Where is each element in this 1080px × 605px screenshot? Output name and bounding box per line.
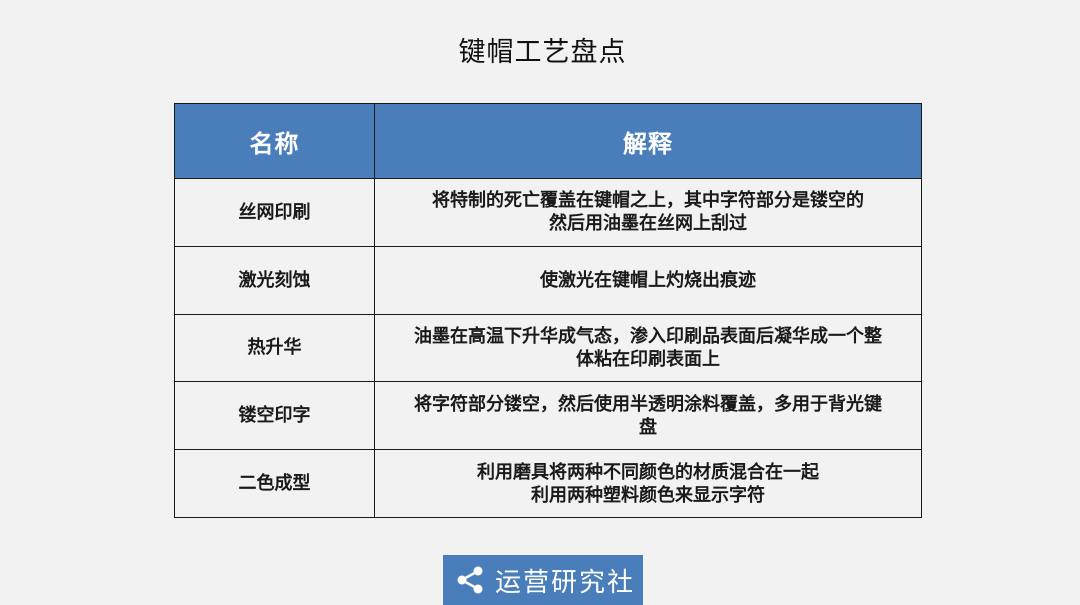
cell-name: 激光刻蚀	[174, 245, 375, 315]
table-row: 激光刻蚀 使激光在键帽上灼烧出痕迹	[174, 245, 922, 315]
table-row: 丝网印刷 将特制的死亡覆盖在键帽之上，其中字符部分是镂空的 然后用油墨在丝网上刮过	[174, 178, 922, 247]
cell-name: 丝网印刷	[174, 178, 375, 247]
cell-explanation: 将特制的死亡覆盖在键帽之上，其中字符部分是镂空的 然后用油墨在丝网上刮过	[374, 178, 922, 247]
cell-explanation: 使激光在键帽上灼烧出痕迹	[374, 245, 922, 315]
cell-name: 二色成型	[174, 449, 375, 518]
cell-explanation: 油墨在高温下升华成气态，渗入印刷品表面后凝华成一个整 体粘在印刷表面上	[374, 313, 922, 383]
cell-explanation: 将字符部分镂空，然后使用半透明涂料覆盖，多用于背光键盘	[374, 381, 922, 451]
cell-name: 镂空印字	[174, 381, 375, 451]
watermark-text: 运营研究社	[495, 567, 636, 598]
keycap-craft-table: 名称 解释 丝网印刷 将特制的死亡覆盖在键帽之上，其中字符部分是镂空的 然后用油墨…	[174, 103, 922, 518]
page-title: 键帽工艺盘点	[458, 37, 627, 68]
table-row: 热升华 油墨在高温下升华成气态，渗入印刷品表面后凝华成一个整 体粘在印刷表面上	[174, 313, 922, 383]
cell-name: 热升华	[174, 313, 375, 383]
share-icon	[457, 566, 483, 594]
table-row: 镂空印字 将字符部分镂空，然后使用半透明涂料覆盖，多用于背光键盘	[174, 381, 922, 451]
watermark-badge: 运营研究社	[443, 555, 643, 605]
cell-explanation: 利用磨具将两种不同颜色的材质混合在一起 利用两种塑料颜色来显示字符	[374, 449, 922, 518]
header-explanation: 解释	[374, 103, 922, 179]
table-row: 二色成型 利用磨具将两种不同颜色的材质混合在一起 利用两种塑料颜色来显示字符	[174, 449, 922, 518]
table-header-row: 名称 解释	[174, 103, 922, 179]
header-name: 名称	[174, 103, 375, 179]
